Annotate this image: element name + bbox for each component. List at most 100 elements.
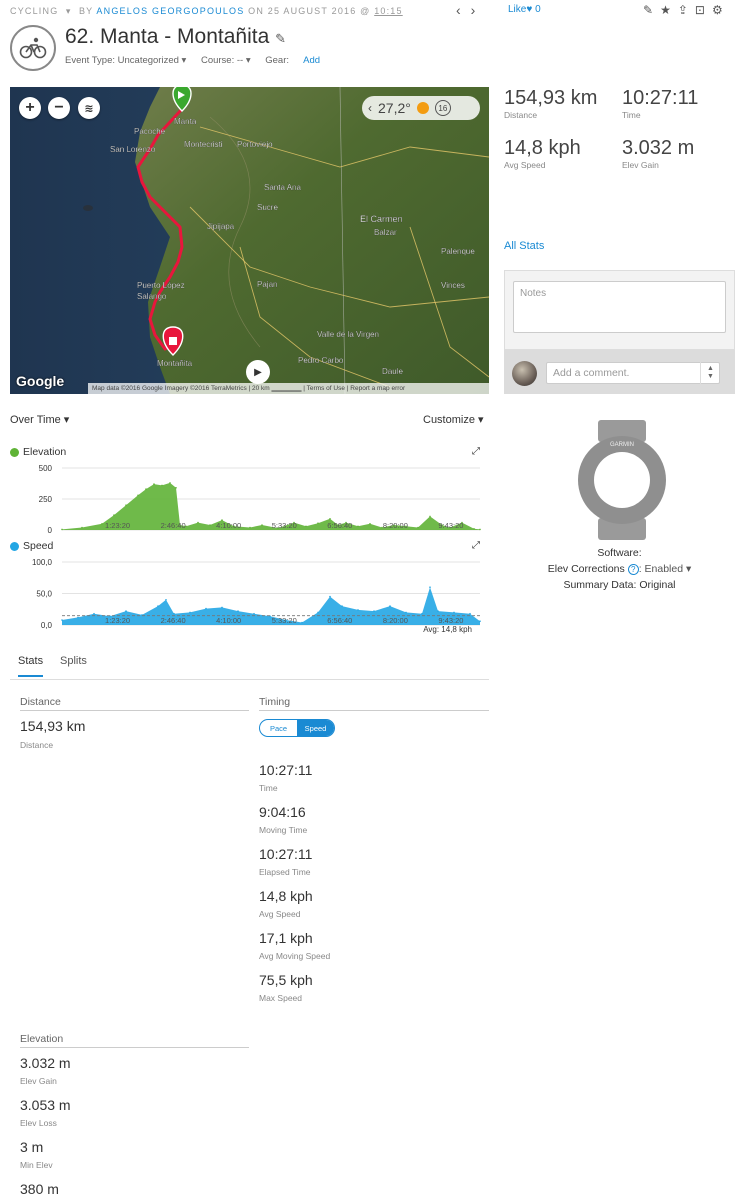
data-point <box>417 526 419 529</box>
activity-title: 62. Manta - Montañita ✎ <box>65 25 286 49</box>
like-button[interactable]: Like♥ 0 <box>508 4 541 15</box>
data-point <box>317 522 319 524</box>
pace-speed-toggle[interactable]: Pace Speed <box>259 719 335 737</box>
timing-section-title: Timing <box>259 696 489 711</box>
data-point <box>329 595 331 598</box>
data-point <box>301 621 303 624</box>
data-point <box>153 483 155 485</box>
activity-title-text[interactable]: 62. Manta - Montañita <box>65 25 269 48</box>
expand-icon[interactable]: ⤢ <box>472 446 480 457</box>
customize-dropdown[interactable]: Customize ▾ <box>423 413 484 426</box>
temperature: 27,2° <box>378 100 411 116</box>
data-point <box>197 521 199 524</box>
data-point <box>237 610 239 612</box>
activity-nav: ‹› <box>456 2 485 18</box>
summary-distance: 154,93 km Distance <box>504 87 597 120</box>
timing-stat-value: 75,5 kph <box>259 972 313 988</box>
place-label: Jipijapa <box>207 222 235 231</box>
device-brand: GARMIN <box>610 442 634 448</box>
over-time-dropdown[interactable]: Over Time ▾ <box>10 413 69 426</box>
place-label: Daule <box>382 367 403 376</box>
comment-stepper[interactable]: ▲ ▼ <box>700 362 720 384</box>
elev-corrections-status[interactable]: : Enabled ▾ <box>639 563 692 575</box>
y-tick-label: 100,0 <box>32 558 53 567</box>
data-point <box>305 525 307 528</box>
place-label: Palenque <box>441 247 475 256</box>
next-activity-icon[interactable]: › <box>471 2 486 18</box>
pace-toggle-option[interactable]: Pace <box>260 720 297 736</box>
chevron-down-icon[interactable]: ▾ <box>62 6 75 16</box>
speed-toggle-option[interactable]: Speed <box>297 720 334 736</box>
data-point <box>61 619 63 621</box>
data-point <box>189 611 191 614</box>
gear-icon[interactable]: ⚙ <box>712 3 723 17</box>
help-icon[interactable]: ? <box>627 564 639 575</box>
activity-type-dropdown[interactable]: CYCLING <box>10 6 58 16</box>
data-point <box>329 518 331 520</box>
x-tick-label: 5:33:20 <box>272 521 297 530</box>
data-point <box>175 487 177 489</box>
gear-add-link[interactable]: Add <box>303 55 320 66</box>
play-icon[interactable]: ▶ <box>246 360 270 384</box>
expand-icon[interactable]: ⤢ <box>472 540 480 551</box>
elevation-stat-label: Elev Loss <box>20 1118 57 1128</box>
x-tick-label: 6:56:40 <box>327 521 352 530</box>
timing-stat-value: 14,8 kph <box>259 888 313 904</box>
timing-stat-label: Elapsed Time <box>259 867 311 877</box>
data-point <box>389 605 391 607</box>
data-point <box>165 599 167 601</box>
share-icon[interactable]: ⇪ <box>678 3 688 17</box>
chevron-up-icon[interactable]: ▲ <box>707 365 714 373</box>
edit-title-icon[interactable]: ✎ <box>275 31 286 46</box>
place-label: Pajan <box>257 280 277 289</box>
garmin-device-image: GARMIN <box>576 420 668 543</box>
data-point <box>137 494 139 497</box>
data-point <box>157 605 159 607</box>
star-icon[interactable]: ★ <box>660 3 671 17</box>
start-time-link[interactable]: 10:15 <box>374 6 403 16</box>
place-label: Montañita <box>157 359 193 368</box>
timing-stat-label: Time <box>259 783 278 793</box>
zoom-in-button[interactable]: + <box>19 97 41 119</box>
map-footer[interactable]: Map data ©2016 Google Imagery ©2016 Terr… <box>88 383 489 394</box>
previous-activity-icon[interactable]: ‹ <box>456 2 471 18</box>
all-stats-link[interactable]: All Stats <box>504 240 544 252</box>
elevation-chart[interactable]: 500 250 0 1:23:20 2:46:40 4:10:00 5:33:20 6:56:… <box>10 460 489 536</box>
x-tick-label: 4:10:00 <box>216 521 241 530</box>
wind-icon: 16 <box>434 100 451 116</box>
x-tick-label: 4:10:00 <box>216 616 241 625</box>
y-tick-label: 50,0 <box>36 590 52 599</box>
summary-elev-gain-value: 3.032 m <box>622 137 695 159</box>
author-link[interactable]: ANGELOS GEORGOPOULOS <box>96 6 244 16</box>
data-point <box>253 612 255 615</box>
x-tick-label: 6:56:40 <box>327 616 352 625</box>
notes-field[interactable]: Notes <box>513 281 726 333</box>
summary-avg-speed-label: Avg Speed <box>504 160 546 170</box>
tab-splits[interactable]: Splits <box>60 655 87 675</box>
summary-time-label: Time <box>622 110 641 120</box>
chevron-down-icon[interactable]: ▼ <box>707 373 714 381</box>
data-point <box>81 526 83 529</box>
speed-chart[interactable]: 100,0 50,0 0,0 1:23:20 2:46:40 4:10:00 5:33:20… <box>10 555 489 635</box>
x-tick-label: 2:46:40 <box>161 521 186 530</box>
x-tick-label: 8:20:00 <box>383 521 408 530</box>
zoom-out-button[interactable]: − <box>48 97 70 119</box>
weather-widget[interactable]: ‹ 27,2° 16 <box>362 96 480 120</box>
avg-label: Avg: 14,8 kph <box>423 625 472 634</box>
course-dropdown[interactable]: Course: -- ▾ <box>201 55 251 66</box>
lock-icon[interactable]: ⊡ <box>695 3 705 17</box>
gear-label: Gear: <box>265 55 289 66</box>
data-point <box>479 528 481 531</box>
toolbar: ✎ ★ ⇪ ⊡ ⚙ <box>643 3 723 17</box>
pencil-icon[interactable]: ✎ <box>643 3 653 17</box>
tab-stats[interactable]: Stats <box>18 655 44 677</box>
place-label: Puerto López <box>137 281 185 290</box>
event-type-dropdown[interactable]: Event Type: Uncategorized ▾ <box>65 55 186 66</box>
route-map[interactable]: Manta Pacoche San Lorenzo Montecristi Po… <box>10 87 489 394</box>
data-point <box>101 523 103 525</box>
chevron-left-icon[interactable]: ‹ <box>368 101 372 115</box>
x-tick-label: 9:43:20 <box>438 521 463 530</box>
comment-input[interactable]: Add a comment. <box>546 362 720 384</box>
elevation-stat-label: Min Elev <box>20 1160 53 1170</box>
layers-button[interactable]: ≋ <box>78 97 100 119</box>
